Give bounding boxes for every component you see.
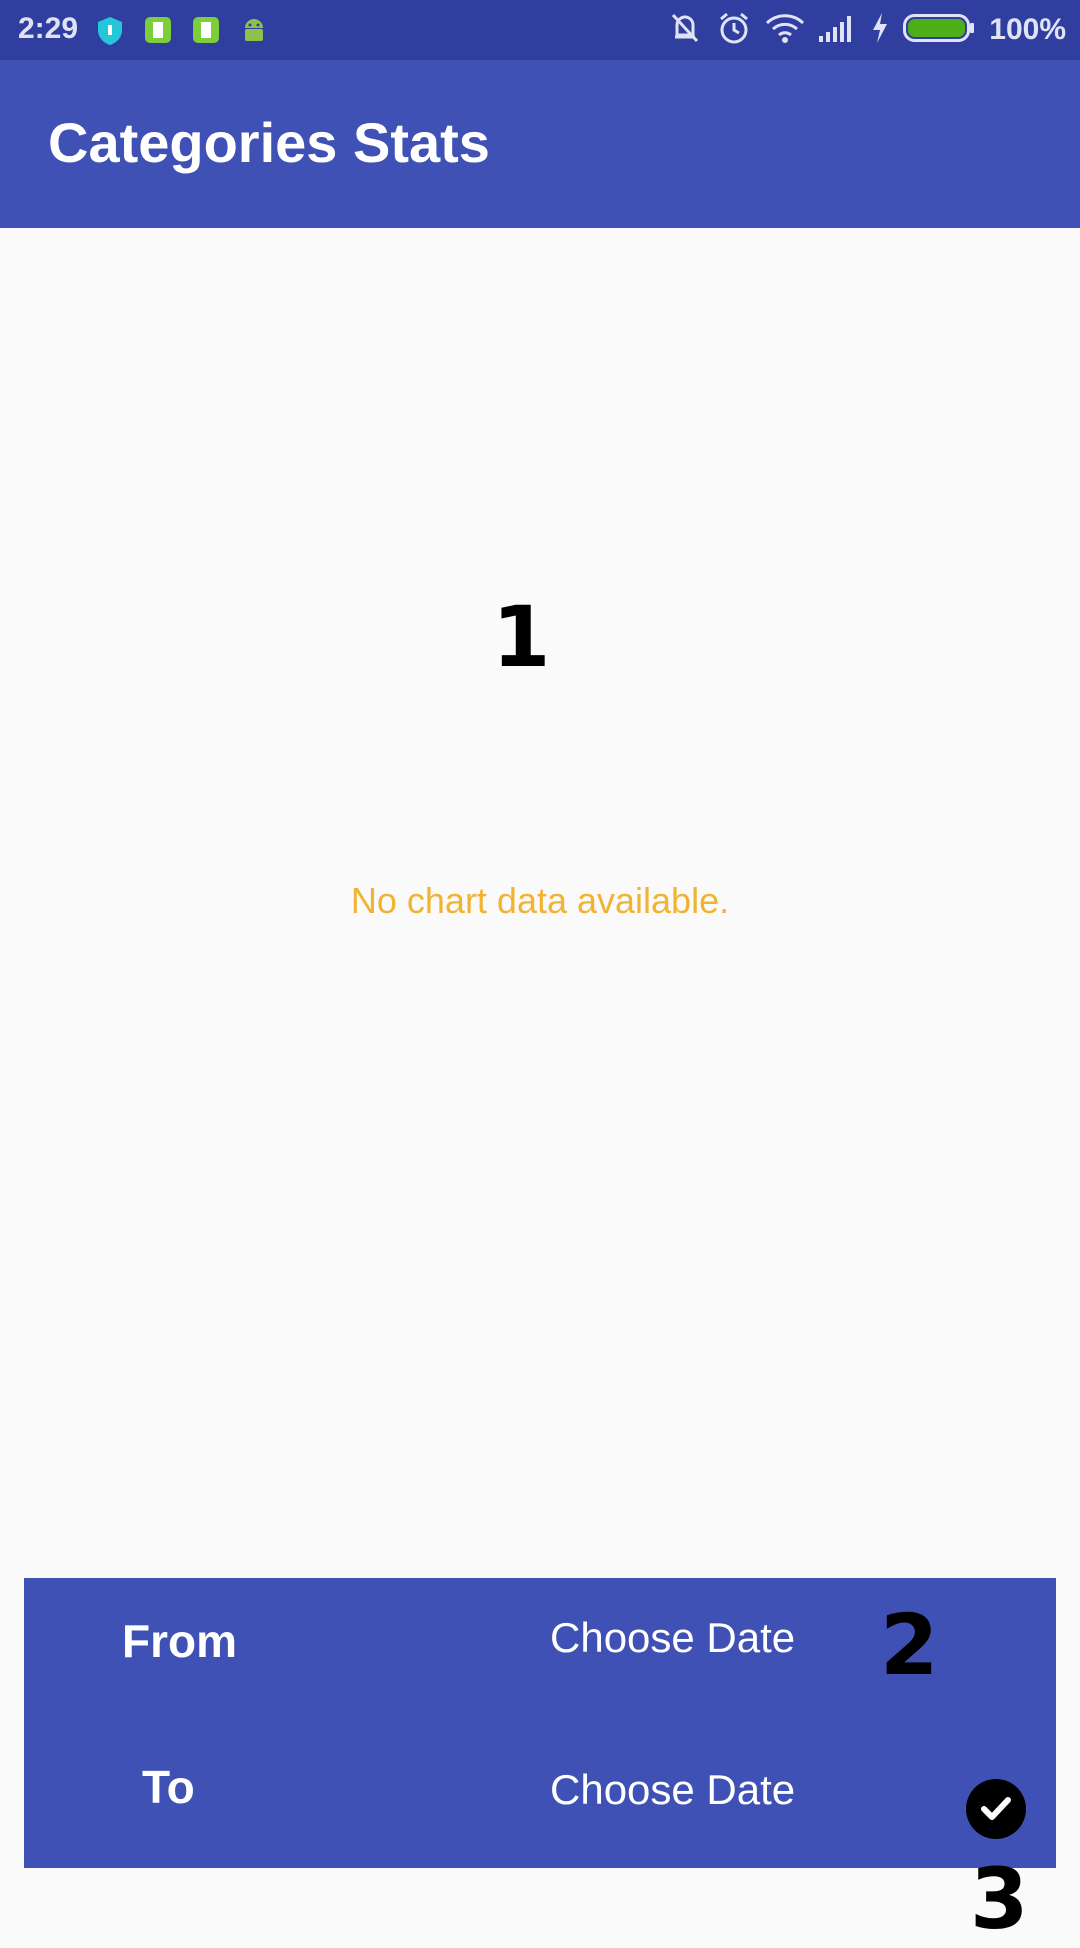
status-time: 2:29 bbox=[18, 12, 79, 45]
android-icon bbox=[242, 16, 266, 49]
battery-app-icon bbox=[192, 16, 220, 49]
to-label: To bbox=[142, 1761, 195, 1813]
annotation-marker-3: 3 bbox=[970, 1850, 1029, 1948]
annotation-marker-1: 1 bbox=[492, 588, 551, 686]
silent-icon bbox=[667, 11, 703, 50]
chart-area: No chart data available. bbox=[0, 228, 1080, 1578]
battery-app-icon bbox=[144, 16, 172, 49]
to-date-picker[interactable]: Choose Date bbox=[550, 1766, 795, 1814]
battery-percent: 100% bbox=[989, 13, 1066, 46]
from-date-picker[interactable]: Choose Date bbox=[550, 1614, 795, 1662]
chart-empty-message: No chart data available. bbox=[350, 880, 730, 921]
check-icon bbox=[976, 1788, 1016, 1831]
shield-icon bbox=[96, 16, 124, 51]
battery-icon bbox=[903, 13, 975, 48]
alarm-icon bbox=[717, 11, 751, 50]
from-label: From bbox=[122, 1615, 237, 1667]
status-bar: 2:29 100% bbox=[0, 0, 1080, 60]
signal-icon bbox=[819, 14, 857, 47]
page-title: Categories Stats bbox=[48, 111, 490, 174]
confirm-check-button[interactable] bbox=[966, 1779, 1026, 1839]
annotation-marker-2: 2 bbox=[880, 1596, 939, 1694]
status-icons-right: 100% bbox=[653, 0, 1066, 60]
wifi-icon bbox=[765, 13, 805, 48]
charging-icon bbox=[871, 12, 889, 48]
app-bar: Categories Stats bbox=[0, 60, 1080, 228]
